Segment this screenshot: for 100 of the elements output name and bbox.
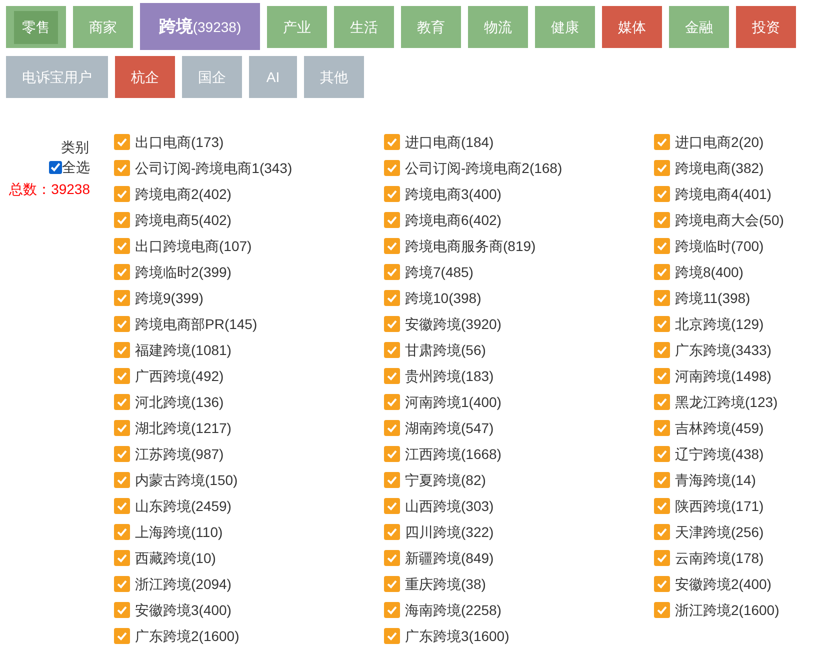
category-label: 上海跨境(110) xyxy=(135,522,223,542)
checkbox[interactable] xyxy=(654,264,670,280)
category-label: 山东跨境(2459) xyxy=(135,496,232,516)
check-icon xyxy=(656,240,668,252)
category-tab[interactable]: 教育 xyxy=(401,6,461,48)
category-tab[interactable]: 生活 xyxy=(334,6,394,48)
checkbox[interactable] xyxy=(654,524,670,540)
check-icon xyxy=(386,630,398,642)
check-icon xyxy=(386,422,398,434)
checkbox[interactable] xyxy=(114,524,130,540)
check-icon xyxy=(656,214,668,226)
category-tab[interactable]: 健康 xyxy=(535,6,595,48)
checkbox[interactable] xyxy=(384,420,400,436)
checkbox[interactable] xyxy=(654,420,670,436)
check-icon xyxy=(116,318,128,330)
checkbox[interactable] xyxy=(384,524,400,540)
checkbox[interactable] xyxy=(384,238,400,254)
check-icon xyxy=(116,500,128,512)
checkbox[interactable] xyxy=(654,498,670,514)
checkbox[interactable] xyxy=(384,446,400,462)
checkbox[interactable] xyxy=(384,602,400,618)
checkbox[interactable] xyxy=(384,264,400,280)
checkbox[interactable] xyxy=(384,472,400,488)
category-tab[interactable]: 金融 xyxy=(669,6,729,48)
checkbox[interactable] xyxy=(654,394,670,410)
category-label: 海南跨境(2258) xyxy=(405,600,502,620)
checkbox[interactable] xyxy=(114,498,130,514)
checkbox[interactable] xyxy=(114,446,130,462)
checkbox[interactable] xyxy=(384,342,400,358)
category-tab[interactable]: 媒体 xyxy=(602,6,662,48)
checkbox[interactable] xyxy=(114,316,130,332)
category-tab[interactable]: 跨境(39238) xyxy=(140,3,260,50)
checkbox[interactable] xyxy=(384,212,400,228)
category-label: 内蒙古跨境(150) xyxy=(135,470,238,490)
checkbox[interactable] xyxy=(114,472,130,488)
category-tab[interactable]: 国企 xyxy=(182,56,242,98)
category-tab[interactable]: 投资 xyxy=(736,6,796,48)
checkbox[interactable] xyxy=(384,394,400,410)
checkbox[interactable] xyxy=(654,134,670,150)
checkbox[interactable] xyxy=(654,212,670,228)
checkbox[interactable] xyxy=(114,160,130,176)
checkbox[interactable] xyxy=(384,134,400,150)
check-icon xyxy=(116,136,128,148)
checkbox[interactable] xyxy=(114,290,130,306)
category-tab[interactable]: AI xyxy=(249,56,297,98)
select-all-checkbox[interactable] xyxy=(49,160,62,174)
checkbox[interactable] xyxy=(654,186,670,202)
checkbox[interactable] xyxy=(654,342,670,358)
checkbox[interactable] xyxy=(114,576,130,592)
checkbox[interactable] xyxy=(114,264,130,280)
checkbox[interactable] xyxy=(114,420,130,436)
checkbox[interactable] xyxy=(384,160,400,176)
category-tab[interactable]: 杭企 xyxy=(115,56,175,98)
checkbox[interactable] xyxy=(384,550,400,566)
checkbox[interactable] xyxy=(114,394,130,410)
checkbox[interactable] xyxy=(384,368,400,384)
checkbox[interactable] xyxy=(384,628,400,644)
checkbox[interactable] xyxy=(114,238,130,254)
category-label: 河北跨境(136) xyxy=(135,392,224,412)
checkbox[interactable] xyxy=(384,316,400,332)
category-tab[interactable]: 产业 xyxy=(267,6,327,48)
check-icon xyxy=(386,370,398,382)
checkbox[interactable] xyxy=(654,316,670,332)
checkbox[interactable] xyxy=(654,160,670,176)
checkbox[interactable] xyxy=(114,368,130,384)
checkbox[interactable] xyxy=(114,342,130,358)
category-tab[interactable]: 零售 xyxy=(6,6,66,48)
check-icon xyxy=(656,162,668,174)
checkbox[interactable] xyxy=(114,628,130,644)
checkbox[interactable] xyxy=(654,576,670,592)
checkbox[interactable] xyxy=(384,290,400,306)
category-label: 广东跨境(3433) xyxy=(675,340,772,360)
check-icon xyxy=(386,396,398,408)
check-icon xyxy=(386,240,398,252)
checkbox[interactable] xyxy=(114,186,130,202)
checkbox[interactable] xyxy=(384,498,400,514)
checkbox[interactable] xyxy=(384,576,400,592)
checkbox[interactable] xyxy=(654,472,670,488)
checkbox[interactable] xyxy=(654,602,670,618)
checkbox[interactable] xyxy=(384,186,400,202)
check-icon xyxy=(116,188,128,200)
checkbox[interactable] xyxy=(114,134,130,150)
checkbox[interactable] xyxy=(114,550,130,566)
check-icon xyxy=(656,604,668,616)
check-icon xyxy=(656,526,668,538)
category-tab[interactable]: 商家 xyxy=(73,6,133,48)
check-icon xyxy=(386,448,398,460)
checkbox[interactable] xyxy=(654,238,670,254)
category-tab[interactable]: 电诉宝用户 xyxy=(6,56,108,98)
checkbox[interactable] xyxy=(654,550,670,566)
category-label: 公司订阅-跨境电商2(168) xyxy=(405,158,562,178)
checkbox[interactable] xyxy=(114,602,130,618)
check-icon xyxy=(116,630,128,642)
category-tab[interactable]: 物流 xyxy=(468,6,528,48)
checkbox[interactable] xyxy=(654,368,670,384)
category-label: 吉林跨境(459) xyxy=(675,418,764,438)
checkbox[interactable] xyxy=(654,290,670,306)
checkbox[interactable] xyxy=(114,212,130,228)
checkbox[interactable] xyxy=(654,446,670,462)
category-tab[interactable]: 其他 xyxy=(304,56,364,98)
